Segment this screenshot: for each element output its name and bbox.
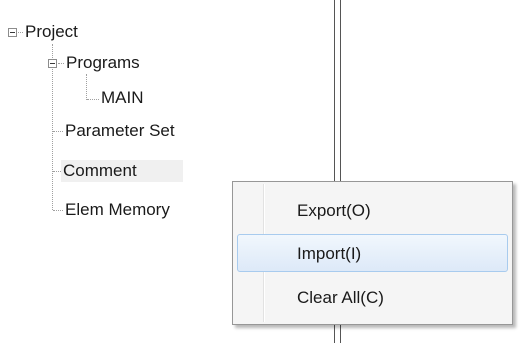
tree-connector: [53, 210, 63, 211]
tree-item-project[interactable]: Project: [23, 21, 80, 43]
tree-item-comment[interactable]: Comment: [61, 160, 183, 182]
menu-item-import[interactable]: Import(I): [237, 234, 508, 272]
collapse-programs-toggle[interactable]: [48, 59, 57, 68]
tree-connector: [53, 131, 63, 132]
tree-item-main[interactable]: MAIN: [99, 87, 146, 109]
tree-item-programs[interactable]: Programs: [64, 52, 142, 74]
menu-item-clear-all-label: Clear All(C): [297, 288, 384, 307]
menu-item-import-label: Import(I): [297, 244, 362, 263]
menu-item-clear-all[interactable]: Clear All(C): [237, 278, 508, 316]
context-menu: Export(O) Import(I) Clear All(C): [232, 181, 513, 325]
tree-item-elem-memory[interactable]: Elem Memory: [63, 199, 172, 221]
tree-connector: [86, 74, 87, 100]
tree-item-parameter-set[interactable]: Parameter Set: [63, 120, 177, 142]
collapse-project-toggle[interactable]: [8, 28, 17, 37]
tree-connector: [87, 99, 99, 100]
menu-item-export[interactable]: Export(O): [237, 191, 508, 229]
menu-item-export-label: Export(O): [297, 201, 371, 220]
tree-connector: [52, 44, 53, 210]
